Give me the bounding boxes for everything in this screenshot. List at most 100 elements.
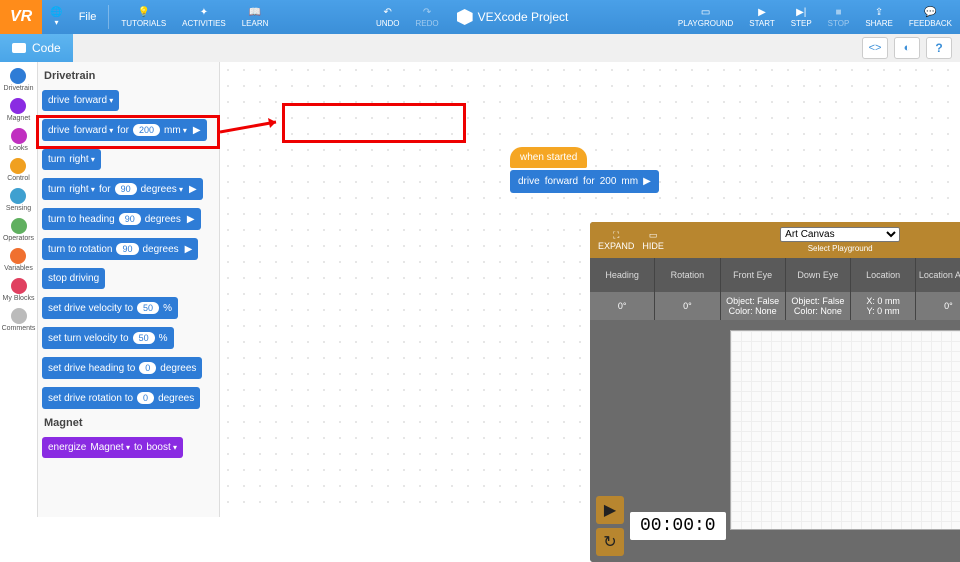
drive-forward-for-block[interactable]: driveforwardfor200mm▶ [510,170,659,193]
main-area: Drivetrain Magnet Looks ControlSensingOpera… [0,62,960,517]
pg-play-button[interactable]: ▶ [596,496,624,524]
help-button[interactable]: ? [926,37,952,59]
share-icon: ⇪ [875,7,883,18]
block-palette[interactable]: Drivetrain driveforwarddriveforwardfor20… [38,62,220,517]
monitor-button[interactable]: ◐ [894,37,920,59]
category-operators[interactable]: Operators [3,216,34,244]
blocks-icon [12,43,26,53]
section-magnet: Magnet [42,413,215,433]
palette-magnet-block[interactable]: energizeMagnettoboost [42,437,183,458]
chevron-down-icon: ▾ [54,18,58,27]
step-button[interactable]: ▶|STEP [783,5,820,30]
category-dot [10,68,26,84]
category-label: Looks [9,145,28,152]
stop-button[interactable]: ■STOP [820,5,858,30]
pg-reset-button[interactable]: ↻ [596,528,624,556]
block-dropdown: forward [545,176,578,187]
block-text: drive [48,125,70,136]
redo-label: REDO [416,19,439,28]
code-viewer-button[interactable]: <> [862,37,888,59]
redo-button[interactable]: ↷REDO [408,5,447,30]
when-started-block[interactable]: when started [510,147,587,168]
section-drivetrain: Drivetrain [42,66,215,86]
category-drivetrain[interactable]: Drivetrain [4,66,34,94]
palette-block-9[interactable]: set drive heading to0degrees [42,357,202,379]
category-dot [11,278,27,294]
playground-select[interactable]: Art Canvas [780,227,900,242]
block-value: 90 [119,213,141,225]
expand-icon: ⛶ [613,230,619,241]
category-dot [10,98,26,114]
book-icon: 📖 [249,7,261,18]
block-value: 90 [115,183,137,195]
feedback-icon: 💬 [924,7,936,18]
block-value: 50 [137,302,159,314]
dash-header-cell: Rotation [655,258,720,292]
palette-block-8[interactable]: set turn velocity to50% [42,327,174,349]
palette-block-10[interactable]: set drive rotation to0degrees [42,387,200,409]
category-looks[interactable]: Looks [9,126,28,154]
playground-label: PLAYGROUND [678,19,733,28]
feedback-button[interactable]: 💬FEEDBACK [901,5,960,30]
start-button[interactable]: ▶START [741,5,782,30]
undo-button[interactable]: ↶UNDO [368,5,408,30]
block-dropdown: right [69,184,95,195]
category-dot [11,128,27,144]
activities-button[interactable]: ✦ACTIVITIES [174,5,234,30]
palette-block-2[interactable]: turnright [42,149,101,170]
palette-block-7[interactable]: set drive velocity to50% [42,297,178,319]
playground-select-wrap: Art Canvas Select Playground [672,227,960,253]
category-dot [10,248,26,264]
block-value: 0 [137,392,154,404]
tab-bar: Code <> ◐ ? [0,34,960,62]
palette-block-6[interactable]: stop driving [42,268,105,289]
hide-button[interactable]: ▭HIDE [642,230,664,251]
category-control[interactable]: Control [7,156,30,184]
block-value: 90 [116,243,138,255]
category-comments[interactable]: Comments [2,306,36,334]
playground-button[interactable]: ▭PLAYGROUND [670,5,741,30]
playground-field[interactable] [730,330,960,530]
block-text: degrees [158,393,194,404]
playground-panel: ⛶EXPAND ▭HIDE Art Canvas Select Playgrou… [590,222,960,562]
step-label: STEP [791,19,812,28]
top-toolbar: VR 🌐▾ File 💡TUTORIALS ✦ACTIVITIES 📖LEARN… [0,0,960,34]
block-dropdown: forward [74,125,114,136]
dash-header-cell: Down Eye [786,258,851,292]
block-text: set drive heading to [48,363,135,374]
block-text: degrees [160,363,196,374]
language-menu[interactable]: 🌐▾ [42,5,70,29]
hide-label: HIDE [642,241,664,251]
code-tab[interactable]: Code [0,34,73,62]
palette-block-1[interactable]: driveforwardfor200mm▶ [42,119,207,141]
learn-button[interactable]: 📖LEARN [234,5,277,30]
category-label: Drivetrain [4,85,34,92]
playground-field-area: ▶ ↻ 00:00:0 ▤ ⬒ 📷 🎥 ◆ [590,320,960,562]
activities-label: ACTIVITIES [182,19,226,28]
start-label: START [749,19,774,28]
block-text: degrees [143,244,179,255]
project-name[interactable]: VEXcode Project [447,9,579,25]
dash-value-cell: 0° [590,292,655,320]
category-sensing[interactable]: Sensing [6,186,31,214]
palette-block-0[interactable]: driveforward [42,90,119,111]
palette-block-3[interactable]: turnrightfor90degrees▶ [42,178,203,200]
share-button[interactable]: ⇪SHARE [857,5,901,30]
category-label: My Blocks [3,295,35,302]
category-variables[interactable]: Variables [4,246,33,274]
category-my-blocks[interactable]: My Blocks [3,276,35,304]
expand-button[interactable]: ⛶EXPAND [598,230,634,251]
category-magnet[interactable]: Magnet [7,96,30,124]
block-text: to [134,442,142,453]
play-icon: ▶ [193,125,201,136]
block-dropdown: degrees [141,184,183,195]
workspace-canvas[interactable]: when started driveforwardfor200mm▶ + − ⛶… [220,62,960,517]
dashboard-header: HeadingRotationFront EyeDown EyeLocation… [590,258,960,292]
palette-block-4[interactable]: turn to heading90degrees▶ [42,208,201,230]
block-text: turn [48,184,65,195]
tutorials-button[interactable]: 💡TUTORIALS [113,5,174,30]
file-menu[interactable]: File [71,9,105,25]
feedback-label: FEEDBACK [909,19,952,28]
palette-block-5[interactable]: turn to rotation90degrees▶ [42,238,198,260]
category-label: Comments [2,325,36,332]
